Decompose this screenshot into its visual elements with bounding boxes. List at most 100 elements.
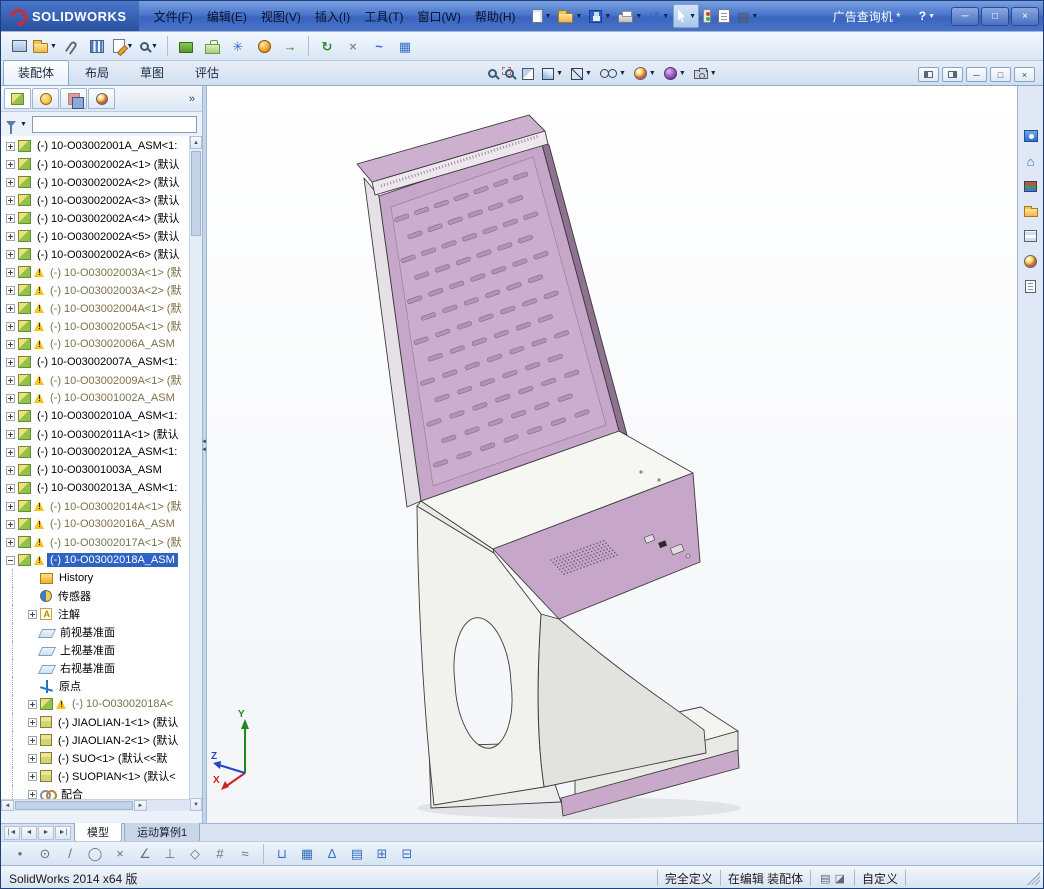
scroll-down-icon[interactable]: ▼	[190, 798, 202, 811]
tree-item[interactable]: 注解	[1, 605, 189, 623]
remove-table-button[interactable]: ⊟	[396, 844, 418, 864]
table-grid-button[interactable]: ▦	[393, 34, 417, 58]
grid-settings-button[interactable]: ▦	[296, 844, 318, 864]
display-style-button[interactable]: ▼	[568, 63, 595, 84]
tree-vertical-scrollbar[interactable]: ▲ ▼	[189, 136, 202, 811]
toolbox-button[interactable]	[200, 34, 224, 58]
expand-toggle[interactable]	[6, 555, 15, 565]
tree-item[interactable]: (-) 10-O03002007A_ASM<1:	[1, 353, 189, 371]
scroll-up-icon[interactable]: ▲	[190, 136, 202, 149]
filter-funnel-icon[interactable]	[6, 121, 16, 134]
sketch-perpendicular-button[interactable]: ⊥	[159, 844, 181, 864]
file-explorer-button[interactable]	[1020, 200, 1042, 222]
sketch-trim-button[interactable]: ×	[109, 844, 131, 864]
sketch-ellipse-button[interactable]: ◯	[84, 844, 106, 864]
pane-left-toggle-button[interactable]	[918, 67, 939, 82]
tree-item[interactable]: (-) 10-O03002011A<1> (默认	[1, 425, 189, 443]
help-menu[interactable]: ? ▼	[911, 9, 943, 23]
expand-toggle[interactable]	[6, 411, 15, 421]
scrollbar-thumb[interactable]	[15, 801, 133, 810]
stretch-entities-button[interactable]: ⊔	[271, 844, 293, 864]
home-button[interactable]: ⌂	[1020, 150, 1042, 172]
expand-toggle[interactable]	[28, 717, 37, 727]
minimize-button[interactable]: ─	[951, 6, 979, 26]
update-button[interactable]: ↻	[315, 34, 339, 58]
expand-toggle[interactable]	[6, 141, 15, 151]
tree-item[interactable]: (-) 10-O03002001A_ASM<1:	[1, 137, 189, 155]
edit-note-button[interactable]: ▼	[111, 34, 135, 58]
expand-toggle[interactable]	[6, 267, 15, 277]
tree-item[interactable]: (-) 10-O03002004A<1> (默	[1, 299, 189, 317]
tab-scroll-button-3[interactable]: ►|	[55, 825, 71, 840]
hide-show-items-button[interactable]: ▼	[597, 63, 629, 84]
expand-toggle[interactable]	[6, 321, 15, 331]
solidworks-resources-button[interactable]	[1020, 125, 1042, 147]
expand-toggle[interactable]	[6, 357, 15, 367]
doc-minimize-button[interactable]: ─	[966, 67, 987, 82]
expand-toggle[interactable]	[6, 483, 15, 493]
menu-tools[interactable]: 工具(T)	[357, 3, 410, 30]
tree-item[interactable]: (-) 10-O03002005A<1> (默	[1, 317, 189, 335]
tree-item[interactable]: 原点	[1, 677, 189, 695]
open-document-button[interactable]: ▼	[33, 34, 57, 58]
tree-item[interactable]: (-) 10-O03001003A_ASM	[1, 461, 189, 479]
sketch-circle-button[interactable]: ⊙	[34, 844, 56, 864]
tree-item[interactable]: (-) SUOPIAN<1> (默认<	[1, 767, 189, 785]
options-button[interactable]: ▤ ▼	[734, 4, 761, 28]
tree-item[interactable]: 传感器	[1, 587, 189, 605]
section-view-button[interactable]	[519, 63, 537, 84]
expand-toggle[interactable]	[6, 501, 15, 511]
apply-scene-button[interactable]: ▼	[661, 63, 689, 84]
tree-item[interactable]: (-) SUO<1> (默认<<默	[1, 749, 189, 767]
expand-toggle[interactable]	[6, 285, 15, 295]
scrollbar-thumb[interactable]	[191, 151, 201, 236]
zoom-area-button[interactable]	[502, 63, 517, 84]
snap-columns-button[interactable]	[85, 34, 109, 58]
menu-help[interactable]: 帮助(H)	[468, 3, 523, 30]
appearances-button[interactable]	[1020, 250, 1042, 272]
tree-item[interactable]: (-) 10-O03001002A_ASM	[1, 389, 189, 407]
expand-toggle[interactable]	[6, 519, 15, 529]
new-document-button[interactable]: ▼	[529, 4, 555, 28]
search-button[interactable]: ▼	[137, 34, 161, 58]
tree-item[interactable]: (-) 10-O03002010A_ASM<1:	[1, 407, 189, 425]
tree-item[interactable]: (-) 10-O03002012A_ASM<1:	[1, 443, 189, 461]
tree-item[interactable]: (-) 10-O03002009A<1> (默	[1, 371, 189, 389]
tree-item[interactable]: 右视基准面	[1, 659, 189, 677]
tree-item[interactable]: (-) 10-O03002018A<	[1, 695, 189, 713]
save-button[interactable]: ▼	[586, 4, 614, 28]
panel-overflow-button[interactable]: »	[189, 93, 199, 105]
tree-item[interactable]: (-) 10-O03002002A<6> (默认	[1, 245, 189, 263]
tree-item[interactable]: (-) 10-O03002006A_ASM	[1, 335, 189, 353]
menu-edit[interactable]: 编辑(E)	[200, 3, 254, 30]
open-button[interactable]: ▼	[555, 4, 585, 28]
sketch-spline-button[interactable]: ≈	[234, 844, 256, 864]
menu-view[interactable]: 视图(V)	[254, 3, 308, 30]
panel-tab-propertymanager[interactable]	[32, 88, 59, 109]
expand-toggle[interactable]	[6, 159, 15, 169]
sketch-angle-button[interactable]: ∠	[134, 844, 156, 864]
tree-item[interactable]: (-) 10-O03002002A<1> (默认	[1, 155, 189, 173]
expand-toggle[interactable]	[6, 177, 15, 187]
units-selector[interactable]: 自定义	[862, 870, 898, 887]
panel-tab-configurationmanager[interactable]	[60, 88, 87, 109]
pane-right-toggle-button[interactable]	[942, 67, 963, 82]
attachment-button[interactable]	[59, 34, 83, 58]
edit-appearance-button[interactable]: ▼	[631, 63, 659, 84]
expand-toggle[interactable]	[6, 447, 15, 457]
render-button[interactable]	[252, 34, 276, 58]
print-button[interactable]: ▼	[615, 4, 645, 28]
3d-model-kiosk[interactable]	[207, 86, 1019, 823]
panel-tab-appearancemanager[interactable]	[88, 88, 115, 109]
menu-insert[interactable]: 插入(I)	[308, 3, 357, 30]
doc-restore-button[interactable]: □	[990, 67, 1011, 82]
routing-button[interactable]: ~	[367, 34, 391, 58]
motion-button[interactable]: →	[278, 34, 302, 58]
tab-运动算例1[interactable]: 运动算例1	[124, 822, 201, 843]
sketch-point-button[interactable]: •	[9, 844, 31, 864]
expand-toggle[interactable]	[28, 771, 37, 781]
tab-scroll-button-0[interactable]: |◄	[4, 825, 20, 840]
graphics-viewport[interactable]: Y Z X	[207, 86, 1019, 823]
expand-toggle[interactable]	[28, 735, 37, 745]
expand-toggle[interactable]	[6, 213, 15, 223]
